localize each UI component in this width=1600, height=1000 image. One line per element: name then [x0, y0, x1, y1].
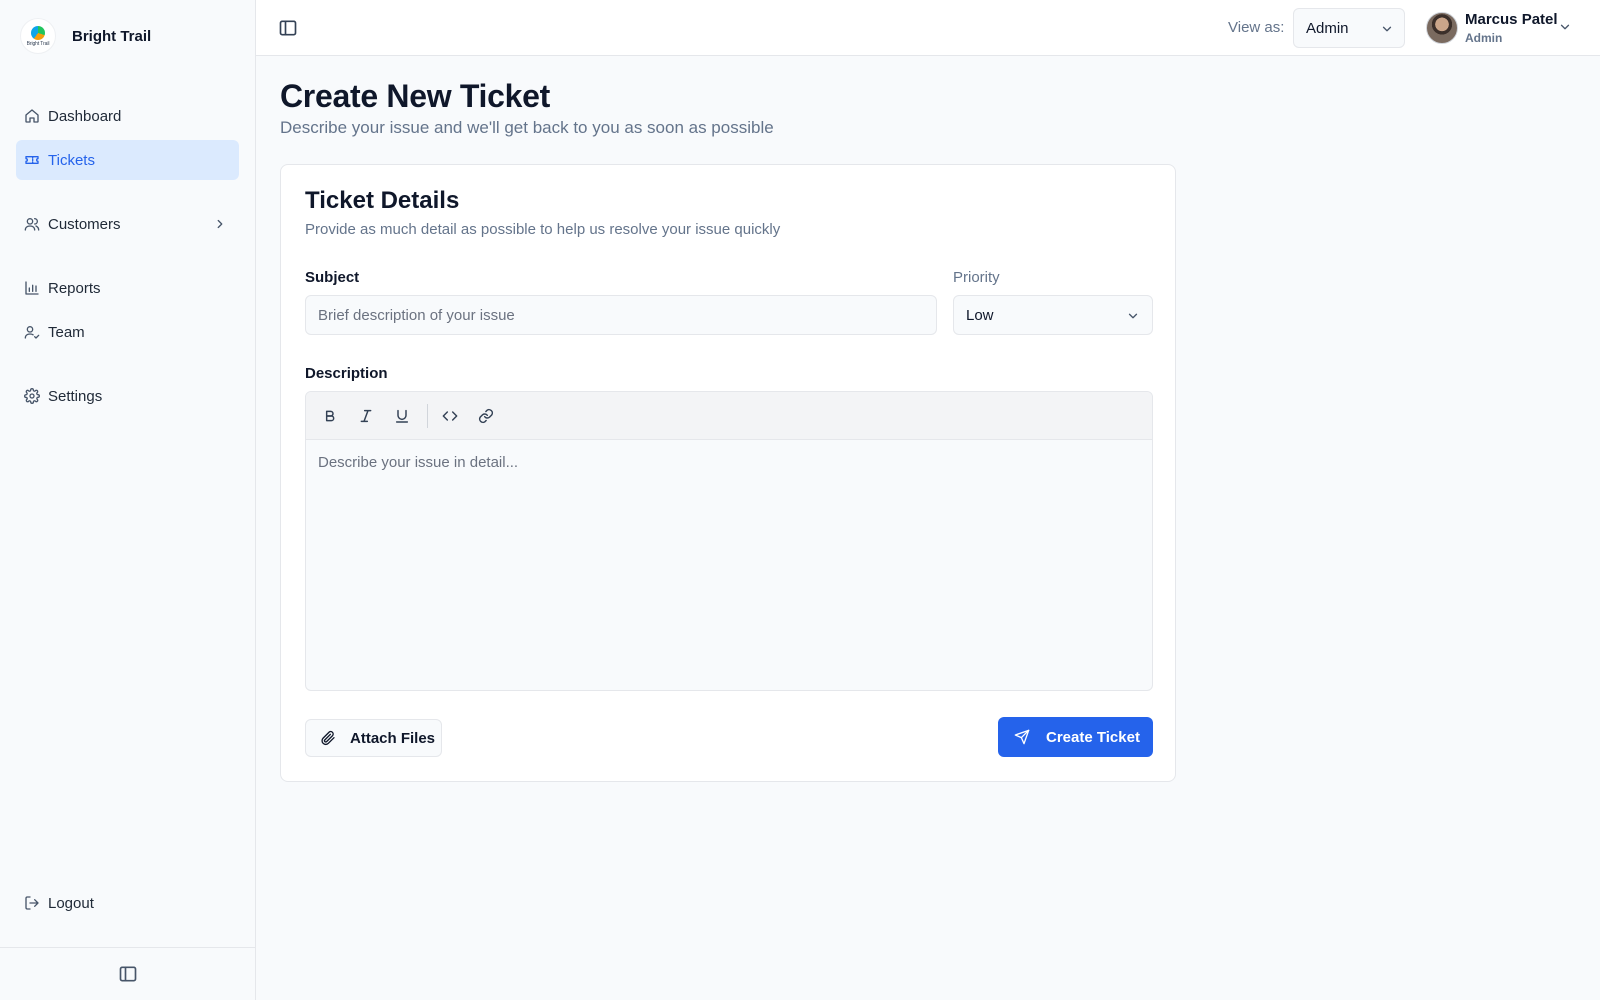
card-subtitle: Provide as much detail as possible to he…	[305, 221, 781, 238]
sidebar-item-label: Customers	[48, 215, 121, 233]
logout-button[interactable]: Logout	[16, 883, 239, 923]
sidebar-item-label: Team	[48, 323, 85, 341]
sidebar-item-customers[interactable]: Customers	[16, 204, 239, 244]
link-icon[interactable]	[476, 406, 496, 426]
bold-icon[interactable]	[320, 406, 340, 426]
sidebar: Bright Trail Bright Trail Dashboard Tick…	[0, 0, 256, 1000]
italic-icon[interactable]	[356, 406, 376, 426]
home-icon	[24, 108, 40, 124]
priority-select[interactable]: Low	[953, 295, 1153, 335]
sidebar-item-settings[interactable]: Settings	[16, 376, 239, 416]
ticket-icon	[24, 152, 40, 168]
sidebar-item-label: Reports	[48, 279, 101, 297]
topbar: View as: Admin Marcus Patel Admin	[256, 0, 1600, 56]
logout-icon	[24, 895, 40, 911]
create-ticket-label: Create Ticket	[1046, 728, 1140, 746]
view-as-value: Admin	[1306, 19, 1349, 37]
chevron-down-icon	[1126, 309, 1140, 323]
logout-label: Logout	[48, 894, 94, 912]
logo-wordmark: Bright Trail	[26, 40, 50, 47]
user-role: Admin	[1465, 31, 1503, 45]
card-title: Ticket Details	[305, 187, 460, 214]
page-title: Create New Ticket	[280, 78, 550, 114]
avatar[interactable]	[1426, 12, 1458, 44]
user-check-icon	[24, 324, 40, 340]
send-icon	[1014, 729, 1030, 745]
brand-logo: Bright Trail	[20, 18, 56, 54]
toolbar-divider	[427, 404, 428, 428]
priority-value: Low	[966, 306, 994, 324]
brand[interactable]: Bright Trail Bright Trail	[20, 18, 151, 54]
page-subtitle: Describe your issue and we'll get back t…	[280, 118, 774, 137]
description-label: Description	[305, 365, 388, 382]
sidebar-item-label: Dashboard	[48, 107, 122, 125]
code-icon[interactable]	[440, 406, 460, 426]
attach-files-button[interactable]: Attach Files	[305, 719, 442, 757]
brand-name: Bright Trail	[72, 27, 152, 45]
users-icon	[24, 216, 40, 232]
sidebar-item-dashboard[interactable]: Dashboard	[16, 96, 239, 136]
description-textarea[interactable]: Describe your issue in detail...	[306, 440, 1152, 690]
view-as-select[interactable]: Admin	[1293, 8, 1405, 48]
editor-toolbar	[306, 392, 1152, 440]
subject-input[interactable]	[305, 295, 937, 335]
paperclip-icon	[320, 730, 336, 746]
ticket-details-card: Ticket Details Provide as much detail as…	[280, 164, 1176, 782]
view-as-label: View as:	[1228, 19, 1285, 36]
logo-sun-icon	[31, 25, 45, 40]
bar-chart-icon	[24, 280, 40, 296]
sidebar-item-team[interactable]: Team	[16, 312, 239, 352]
priority-label: Priority	[953, 269, 1000, 286]
create-ticket-button[interactable]: Create Ticket	[998, 717, 1153, 757]
user-menu-chevron-icon[interactable]	[1558, 20, 1572, 34]
subject-label: Subject	[305, 269, 360, 286]
sidebar-collapse-icon[interactable]	[118, 964, 138, 984]
user-name[interactable]: Marcus Patel	[1465, 11, 1558, 28]
chevron-right-icon	[213, 217, 227, 231]
gear-icon	[24, 388, 40, 404]
sidebar-item-reports[interactable]: Reports	[16, 268, 239, 308]
sidebar-item-tickets[interactable]: Tickets	[16, 140, 239, 180]
attach-files-label: Attach Files	[350, 729, 436, 747]
underline-icon[interactable]	[392, 406, 412, 426]
sidebar-toggle-icon[interactable]	[278, 18, 298, 38]
sidebar-item-label: Settings	[48, 387, 103, 405]
chevron-down-icon	[1380, 22, 1394, 36]
sidebar-item-label: Tickets	[48, 151, 95, 169]
sidebar-divider	[0, 947, 255, 948]
description-editor: Describe your issue in detail...	[305, 391, 1153, 691]
